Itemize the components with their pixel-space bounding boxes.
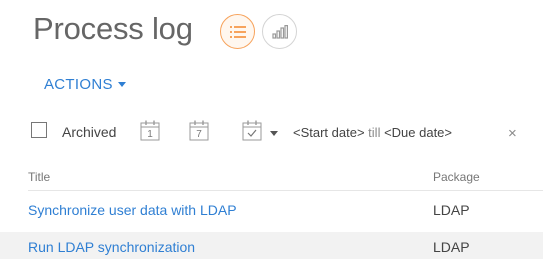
page-title: Process log — [33, 11, 193, 46]
period-start[interactable]: <Start date> — [293, 125, 365, 140]
row-package: LDAP — [433, 202, 470, 218]
period-calendar-icon[interactable] — [242, 119, 262, 141]
filter-bar: Archived 1 7 <Start date> till <Due date… — [28, 119, 528, 145]
list-view-button[interactable] — [220, 14, 255, 49]
row-title-link[interactable]: Run LDAP synchronization — [28, 239, 195, 255]
chevron-down-icon — [117, 82, 126, 87]
row-package: LDAP — [433, 239, 470, 255]
table-row[interactable]: Run LDAP synchronization LDAP — [0, 232, 543, 259]
table-header-divider — [28, 190, 543, 191]
bar-chart-icon — [271, 24, 288, 39]
archived-checkbox[interactable] — [31, 122, 47, 138]
period-end[interactable]: <Due date> — [384, 125, 452, 140]
column-header-title[interactable]: Title — [28, 170, 50, 184]
week-icon-number: 7 — [196, 129, 202, 140]
actions-menu-button[interactable]: ACTIONS — [44, 76, 126, 93]
actions-label: ACTIONS — [44, 76, 113, 93]
week-calendar-icon[interactable]: 7 — [189, 119, 209, 141]
day-calendar-icon[interactable]: 1 — [140, 119, 160, 141]
period-separator: till — [364, 125, 385, 140]
day-icon-number: 1 — [147, 129, 153, 140]
period-filter[interactable]: <Start date> till <Due date> — [293, 125, 452, 140]
archived-label[interactable]: Archived — [62, 124, 116, 140]
period-dropdown-icon[interactable] — [270, 131, 278, 136]
row-title-link[interactable]: Synchronize user data with LDAP — [28, 202, 237, 218]
table-row[interactable]: Synchronize user data with LDAP LDAP — [0, 195, 543, 226]
list-icon — [229, 25, 246, 38]
chart-view-button[interactable] — [262, 14, 297, 49]
column-header-package[interactable]: Package — [433, 170, 480, 184]
clear-filter-icon[interactable]: × — [508, 126, 517, 141]
